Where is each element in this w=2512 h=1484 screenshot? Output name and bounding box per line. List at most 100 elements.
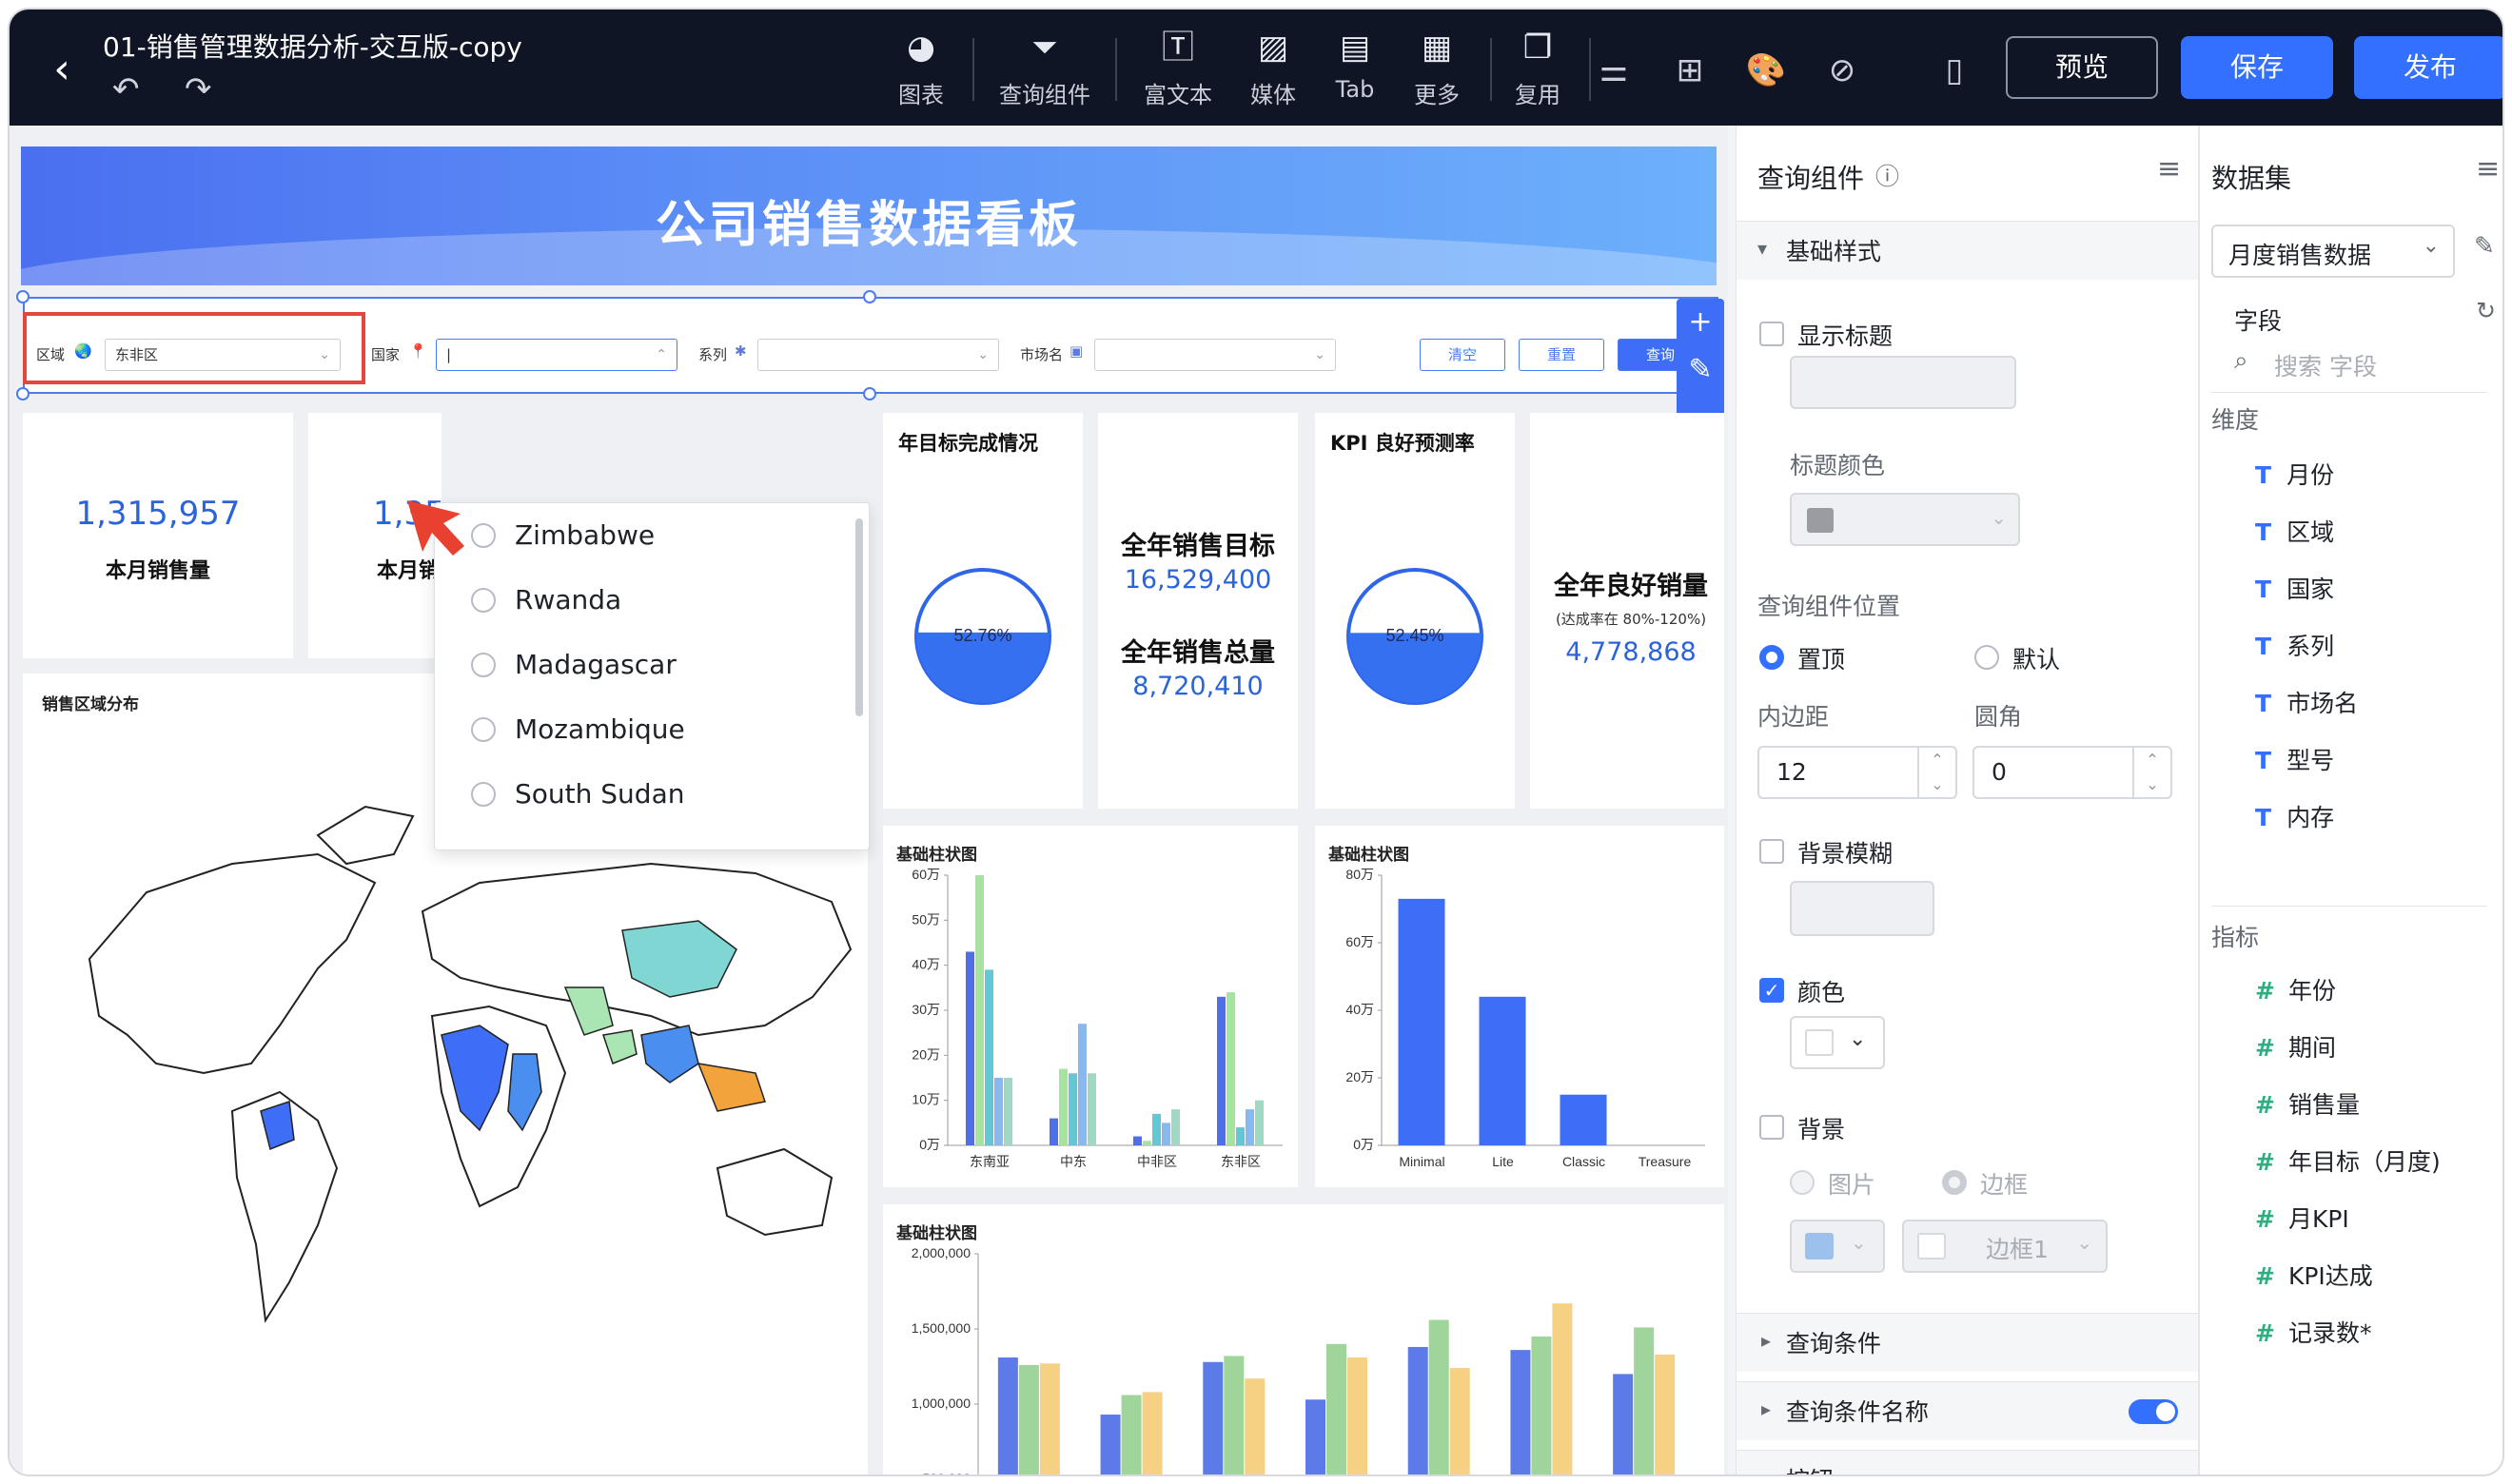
publish-button[interactable]: 发布 <box>2354 36 2502 99</box>
metric-field[interactable]: # 月KPI <box>2255 1201 2349 1235</box>
chevron-up-icon[interactable]: ⌃ <box>2134 748 2170 772</box>
button-section[interactable]: ▸ 按钮 <box>1737 1450 2199 1474</box>
market-select[interactable]: ⌄ <box>1094 339 1336 371</box>
refresh-icon[interactable]: ↻ <box>2476 297 2496 324</box>
clear-button[interactable]: 清空 <box>1420 339 1505 371</box>
bar-chart-series-card[interactable]: 基础柱状图 0万 20万 40万 60万 80万 Minimal Lite Classic Tr… <box>1315 826 1724 1187</box>
dimension-field[interactable]: T 国家 <box>2255 571 2334 605</box>
metric-field[interactable]: # 记录数* <box>2255 1315 2371 1349</box>
position-top-radio[interactable] <box>1759 645 1784 670</box>
dropdown-scrollbar[interactable] <box>855 518 863 716</box>
radio-icon <box>471 588 496 613</box>
bar <box>1217 996 1226 1145</box>
field-label: KPI达成 <box>2287 1262 2373 1290</box>
field-label: 内存 <box>2286 804 2335 831</box>
redo-icon[interactable]: ↷ <box>185 70 212 108</box>
blur-checkbox[interactable] <box>1759 839 1784 864</box>
dimension-field[interactable]: T 系列 <box>2255 628 2334 662</box>
tool-media[interactable]: ▨ 媒体 <box>1226 23 1321 118</box>
edit-icon[interactable]: ✎ <box>1677 346 1724 394</box>
country-option[interactable]: Zimbabwe <box>435 503 854 568</box>
padding-input[interactable]: 12 ⌃ ⌄ <box>1757 746 1957 799</box>
undo-icon[interactable]: ↶ <box>112 70 140 108</box>
basic-style-section[interactable]: ▾ 基础样式 <box>1737 221 2199 280</box>
info-icon[interactable]: ⓘ <box>1875 158 1899 192</box>
preview-button[interactable]: 预览 <box>2006 36 2158 99</box>
bg-image-radio[interactable] <box>1790 1170 1815 1195</box>
chevron-up-icon[interactable]: ⌃ <box>1919 748 1955 772</box>
kpi-gauge-card[interactable]: KPI 良好预测率 52.45% <box>1315 413 1515 809</box>
target-summary-card[interactable]: 全年销售目标 16,529,400 全年销售总量 8,720,410 <box>1098 413 1298 809</box>
country-select[interactable]: | ⌃ <box>436 339 677 371</box>
radio-icon <box>471 523 496 548</box>
plus-icon[interactable]: + <box>1677 299 1724 346</box>
dimension-field[interactable]: T 市场名 <box>2255 685 2358 719</box>
search-icon: ⌕ <box>2234 346 2248 375</box>
reset-button[interactable]: 重置 <box>1519 339 1604 371</box>
tool-tab[interactable]: ▤ Tab <box>1307 23 1403 118</box>
tool-richtext[interactable]: 🅃 富文本 <box>1130 23 1226 118</box>
dimension-field[interactable]: T 型号 <box>2255 742 2334 776</box>
bar-chart-monthly-card[interactable]: 基础柱状图 500,000 1,000,000 1,500,000 2,000,000 <box>883 1204 1724 1474</box>
tool-chart[interactable]: ◕ 图表 <box>873 23 969 118</box>
back-arrow-icon[interactable]: ‹ <box>38 46 86 93</box>
dimension-field[interactable]: T 月份 <box>2255 457 2334 491</box>
resize-handle[interactable] <box>16 290 29 303</box>
query-condition-section[interactable]: ▸ 查询条件 <box>1737 1313 2199 1372</box>
query-condition-name-section[interactable]: ▸ 查询条件名称 <box>1737 1381 2199 1440</box>
dataset-title: 数据集 <box>2211 163 2292 194</box>
metric-field[interactable]: # 年目标（月度) <box>2255 1143 2441 1178</box>
chevron-down-icon[interactable]: ⌄ <box>1919 772 1955 797</box>
metric-field[interactable]: # 销售量 <box>2255 1086 2360 1121</box>
pie-chart-icon: ◕ <box>907 29 935 67</box>
country-option[interactable]: Madagascar <box>435 633 854 697</box>
series-select[interactable]: ⌄ <box>757 339 999 371</box>
resize-handle[interactable] <box>863 290 876 303</box>
resize-handle[interactable] <box>16 387 29 400</box>
mobile-icon[interactable]: ▯ <box>1932 48 1977 93</box>
palette-icon[interactable]: 🎨 <box>1743 48 1789 93</box>
query-condition-name-toggle[interactable] <box>2129 1399 2178 1424</box>
radius-input[interactable]: 0 ⌃ ⌄ <box>1972 746 2172 799</box>
radius-stepper[interactable]: ⌃ ⌄ <box>2132 748 2170 797</box>
toolbar-divider <box>972 38 974 101</box>
background-checkbox[interactable] <box>1759 1115 1784 1140</box>
basic-style-label: 基础样式 <box>1786 238 1882 265</box>
field-search-input[interactable]: 搜索 字段 <box>2274 348 2377 382</box>
chevron-down-icon[interactable]: ⌄ <box>2134 772 2170 797</box>
dataset-select[interactable]: 月度销售数据 ⌄ <box>2211 225 2455 278</box>
bar-chart-region-card[interactable]: 基础柱状图 0万 10万 20万 30万 40万 50万 60万 东南亚 中东 中非区 东非区 <box>883 826 1298 1187</box>
country-option[interactable]: Rwanda <box>435 568 854 633</box>
tool-query[interactable]: ⏷ 查询组件 <box>988 23 1102 118</box>
metric-field[interactable]: # 期间 <box>2255 1029 2336 1064</box>
edit-dataset-icon[interactable]: ✎ <box>2474 232 2495 261</box>
dimension-field[interactable]: T 区域 <box>2255 514 2334 548</box>
save-button[interactable]: 保存 <box>2181 36 2333 99</box>
dashboard-title[interactable]: 公司销售数据看板 <box>21 185 1717 256</box>
resize-handle[interactable] <box>863 387 876 400</box>
country-option[interactable]: South Sudan <box>435 762 854 827</box>
metric-field[interactable]: # 年份 <box>2255 972 2336 1006</box>
dimension-field[interactable]: T 内存 <box>2255 799 2334 833</box>
color-checkbox[interactable]: ✓ <box>1759 978 1784 1003</box>
sliders-icon[interactable]: ⚌ <box>1591 48 1637 93</box>
country-option[interactable]: Mozambique <box>435 697 854 762</box>
bg-border-radio[interactable] <box>1942 1170 1967 1195</box>
layout-icon[interactable]: ⊞ <box>1667 48 1713 93</box>
document-title[interactable]: 01-销售管理数据分析-交互版-copy <box>103 27 522 65</box>
eye-off-icon[interactable]: ⊘ <box>1819 48 1865 93</box>
collapse-panel-icon[interactable]: ≡ <box>2476 152 2500 186</box>
bar <box>1449 1368 1470 1474</box>
tool-more[interactable]: ▦ 更多 <box>1389 23 1484 118</box>
color-picker[interactable]: ⌄ <box>1790 1016 1885 1069</box>
target-gauge-card[interactable]: 年目标完成情况 52.76% <box>883 413 1083 809</box>
collapse-panel-icon[interactable]: ≡ <box>2157 152 2181 186</box>
kpi-card-month[interactable]: 1,315,957 本月销售量 <box>23 413 293 658</box>
position-default-radio[interactable] <box>1974 645 1999 670</box>
number-type-icon: # <box>2255 1091 2275 1119</box>
kpi-summary-card[interactable]: 全年良好销量 (达成率在 80%-120%) 4,778,868 <box>1530 413 1724 809</box>
padding-stepper[interactable]: ⌃ ⌄ <box>1917 748 1955 797</box>
show-title-checkbox[interactable] <box>1759 322 1784 346</box>
metric-field[interactable]: # KPI达成 <box>2255 1258 2373 1292</box>
tool-reuse[interactable]: ❐ 复用 <box>1490 23 1585 118</box>
